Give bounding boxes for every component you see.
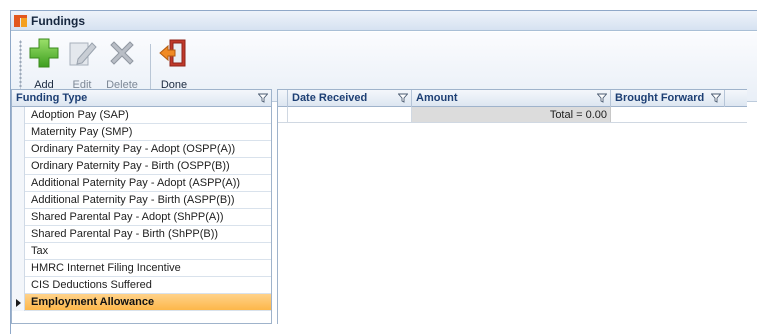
filter-funnel-icon[interactable] <box>597 93 607 103</box>
filter-funnel-icon[interactable] <box>258 93 268 103</box>
funding-type-column-header[interactable]: Funding Type <box>12 90 271 107</box>
detail-header: Date Received Amount Brought Forward <box>278 89 747 107</box>
app-logo-icon <box>14 14 28 28</box>
amount-header-label: Amount <box>416 92 458 104</box>
funding-row[interactable]: Additional Paternity Pay - Birth (ASPP(B… <box>12 191 271 209</box>
funding-type-rows: Adoption Pay (SAP) Maternity Pay (SMP) O… <box>12 106 271 311</box>
toolbar-grip[interactable] <box>19 40 22 94</box>
add-button[interactable]: Add <box>27 36 61 96</box>
amount-column-header[interactable]: Amount <box>412 89 611 107</box>
amount-total: Total = 0.00 <box>412 107 611 122</box>
done-exit-door-icon <box>157 36 191 70</box>
total-row: Total = 0.00 <box>278 107 747 123</box>
funding-row[interactable]: Tax <box>12 242 271 260</box>
funding-row[interactable]: Maternity Pay (SMP) <box>12 123 271 141</box>
brought-forward-header-label: Brought Forward <box>615 92 705 104</box>
detail-corner <box>278 89 288 107</box>
filter-funnel-icon[interactable] <box>711 93 721 103</box>
brought-forward-column-header[interactable]: Brought Forward <box>611 89 725 107</box>
date-received-column-header[interactable]: Date Received <box>288 89 412 107</box>
title-bar: Fundings <box>11 11 757 31</box>
delete-x-icon <box>105 36 139 70</box>
toolbar-separator <box>150 44 151 92</box>
funding-detail-grid: Date Received Amount Brought Forward Tot… <box>277 89 747 324</box>
funding-row[interactable]: Additional Paternity Pay - Adopt (ASPP(A… <box>12 174 271 192</box>
funding-type-grid: Funding Type Adoption Pay (SAP) Maternit… <box>11 89 272 324</box>
add-plus-icon <box>27 36 61 70</box>
funding-row[interactable]: HMRC Internet Filing Incentive <box>12 259 271 277</box>
edit-button[interactable]: Edit <box>65 36 99 96</box>
total-date-cell <box>288 107 412 122</box>
funding-type-header-label: Funding Type <box>16 92 88 104</box>
funding-row[interactable]: Shared Parental Pay - Birth (ShPP(B)) <box>12 225 271 243</box>
funding-row[interactable]: Ordinary Paternity Pay - Adopt (OSPP(A)) <box>12 140 271 158</box>
filter-funnel-icon[interactable] <box>398 93 408 103</box>
funding-row[interactable]: Shared Parental Pay - Adopt (ShPP(A)) <box>12 208 271 226</box>
delete-button[interactable]: Delete <box>105 36 139 96</box>
funding-row[interactable]: Ordinary Paternity Pay - Birth (OSPP(B)) <box>12 157 271 175</box>
row-pointer-icon <box>16 298 21 307</box>
window-title: Fundings <box>31 13 85 28</box>
done-button[interactable]: Done <box>157 36 191 96</box>
funding-type-header[interactable]: Funding Type <box>12 90 271 107</box>
funding-row[interactable]: CIS Deductions Suffered <box>12 276 271 294</box>
funding-row-selected[interactable]: Employment Allowance <box>12 293 271 311</box>
edit-pencil-icon <box>65 36 99 70</box>
funding-row[interactable]: Adoption Pay (SAP) <box>12 106 271 124</box>
date-received-header-label: Date Received <box>292 92 368 104</box>
